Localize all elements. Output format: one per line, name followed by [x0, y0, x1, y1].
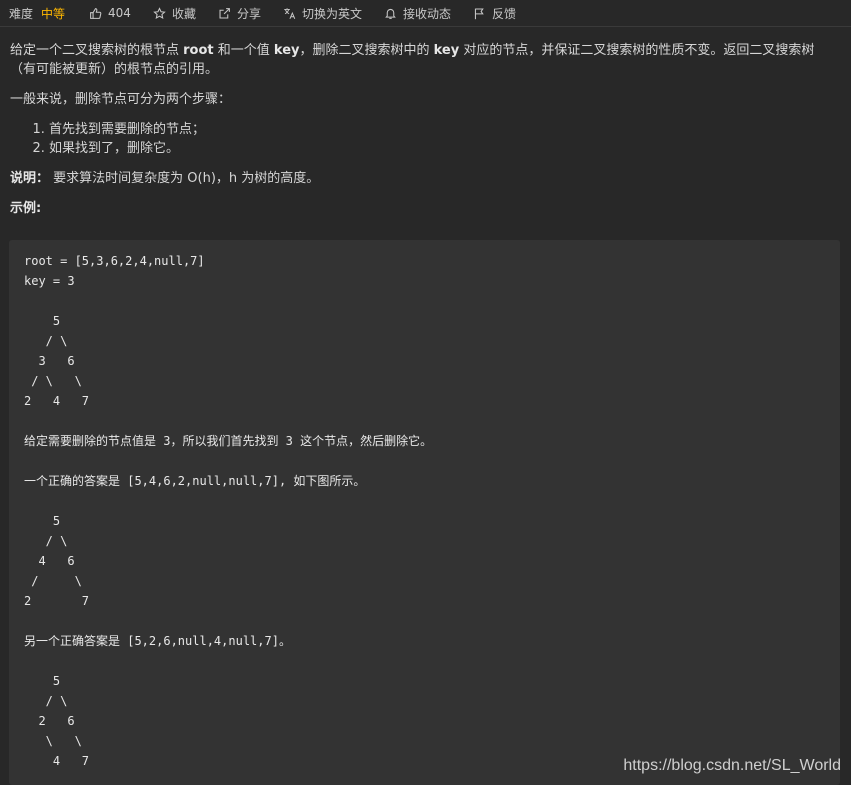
- list-item: 如果找到了，删除它。: [49, 139, 841, 158]
- translate-icon: [284, 7, 296, 19]
- difficulty: 难度 中等: [9, 5, 65, 22]
- switch-language-button[interactable]: 切换为英文: [283, 5, 362, 22]
- share-label: 分享: [236, 6, 261, 21]
- notify-button[interactable]: 接收动态: [384, 5, 451, 22]
- example-heading: 示例:: [10, 199, 841, 218]
- like-button[interactable]: 404: [89, 6, 131, 20]
- notify-label: 接收动态: [402, 6, 451, 21]
- difficulty-label: 难度: [9, 6, 34, 21]
- example-code: root = [5,3,6,2,4,null,7] key = 3 5 / \ …: [24, 254, 433, 768]
- example-label: 示例:: [10, 201, 42, 216]
- note: 说明： 要求算法时间复杂度为 O(h)，h 为树的高度。: [10, 169, 841, 188]
- feedback-label: 反馈: [492, 6, 517, 21]
- note-text: 要求算法时间复杂度为 O(h)，h 为树的高度。: [49, 171, 320, 186]
- steps-intro: 一般来说，删除节点可分为两个步骤：: [10, 92, 232, 107]
- thumbs-up-icon: [90, 7, 102, 19]
- problem-toolbar: 难度 中等 404 收藏 分享 切换为英文 接收动态 反馈: [0, 0, 851, 27]
- watermark: https://blog.csdn.net/SL_World: [623, 757, 841, 774]
- like-count: 404: [108, 6, 131, 20]
- difficulty-value: 中等: [41, 6, 66, 21]
- code-root: root: [183, 43, 214, 58]
- text: ，删除二叉搜索树中的: [299, 43, 434, 58]
- note-label: 说明：: [10, 171, 50, 186]
- share-button[interactable]: 分享: [218, 5, 261, 22]
- flag-icon: [474, 8, 484, 19]
- favorite-button[interactable]: 收藏: [153, 5, 196, 22]
- list-item: 首先找到需要删除的节点；: [49, 120, 841, 139]
- code-key: key: [433, 43, 460, 58]
- switch-language-label: 切换为英文: [301, 6, 362, 21]
- steps-list: 首先找到需要删除的节点； 如果找到了，删除它。: [10, 120, 841, 158]
- text: 和一个值: [213, 43, 274, 58]
- problem-description: 给定一个二叉搜索树的根节点 root 和一个值 key，删除二叉搜索树中的 ke…: [0, 41, 851, 218]
- share-icon: [219, 7, 230, 18]
- code-key: key: [273, 43, 300, 58]
- feedback-button[interactable]: 反馈: [473, 5, 516, 22]
- star-icon: [153, 6, 166, 19]
- description-paragraph: 给定一个二叉搜索树的根节点 root 和一个值 key，删除二叉搜索树中的 ke…: [10, 41, 836, 79]
- favorite-label: 收藏: [171, 6, 196, 21]
- bell-icon: [385, 8, 396, 19]
- text: 给定一个二叉搜索树的根节点: [10, 43, 184, 58]
- example-code-block: root = [5,3,6,2,4,null,7] key = 3 5 / \ …: [9, 240, 840, 785]
